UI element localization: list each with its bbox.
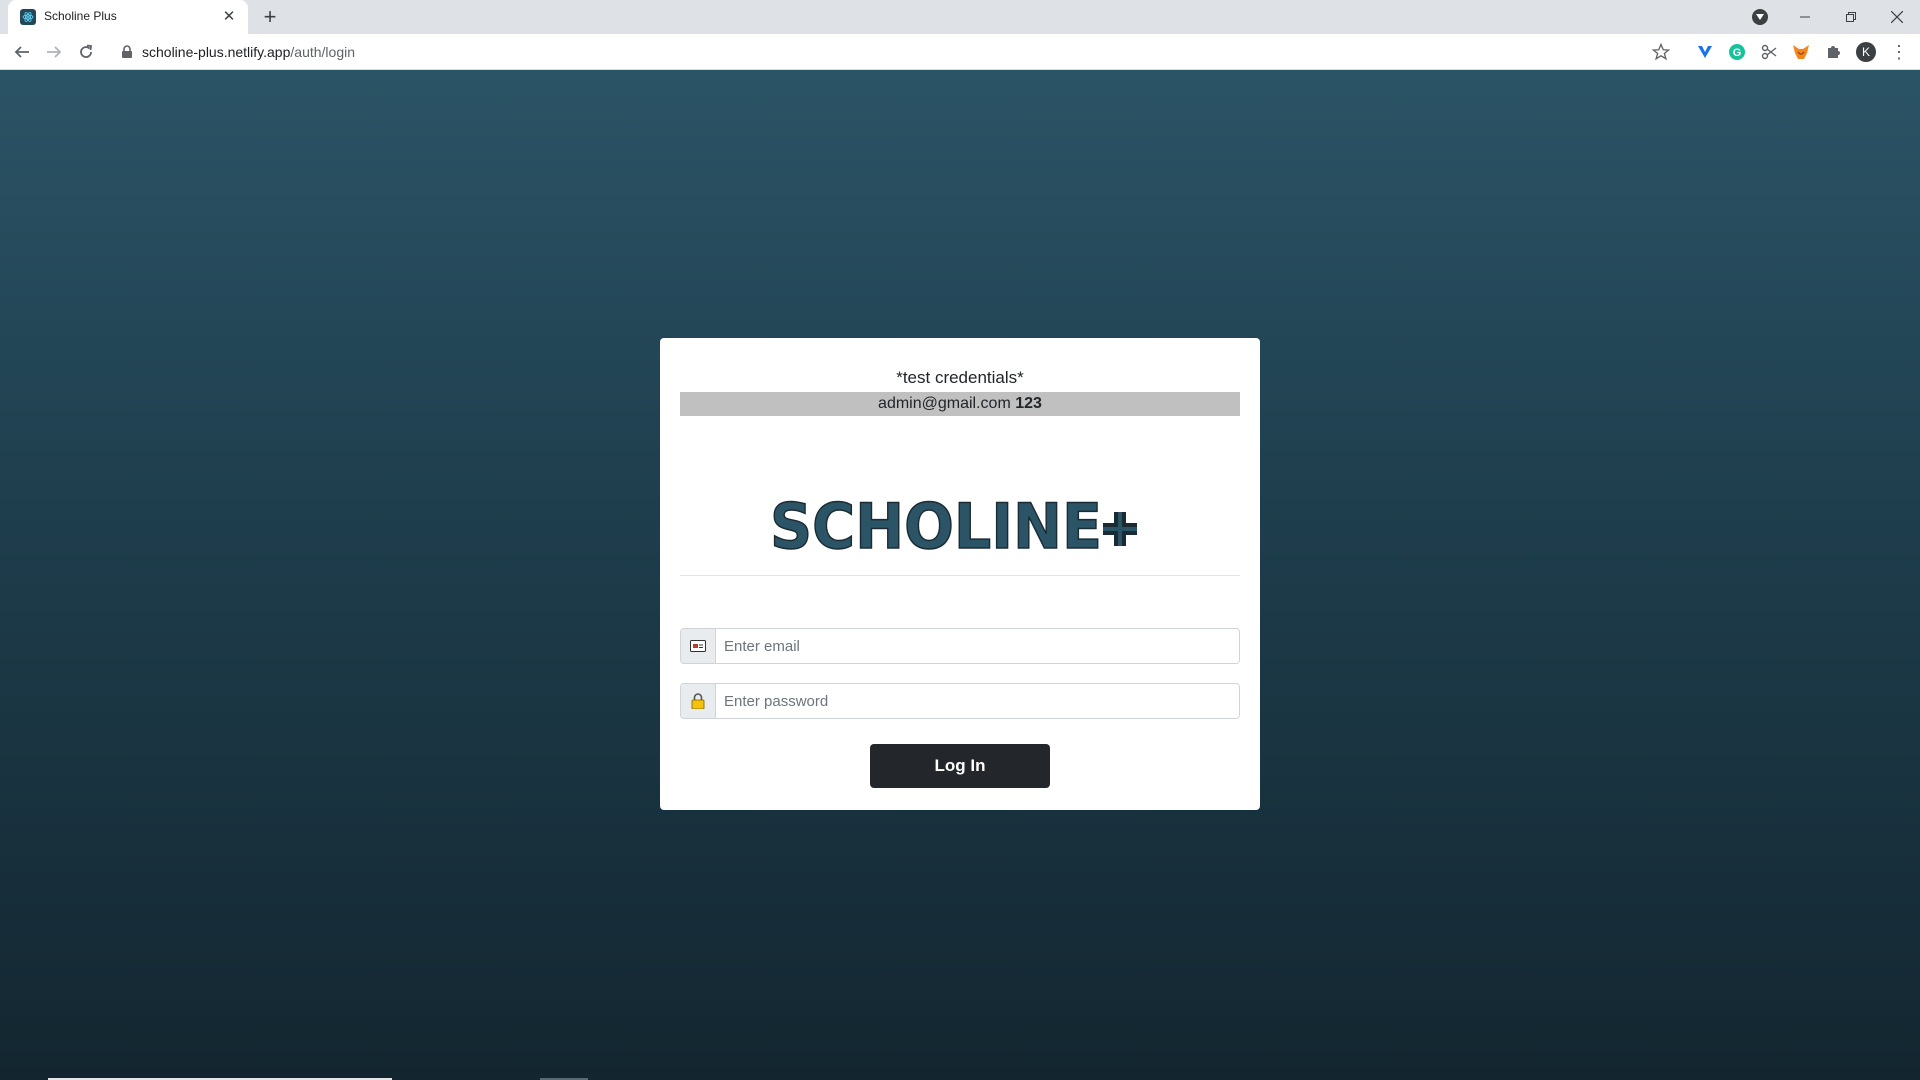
padlock-icon: [681, 684, 716, 718]
logo-wordmark: SCHOLINE: [770, 490, 1102, 558]
test-email: admin@gmail.com: [878, 395, 1011, 412]
tab-search-icon[interactable]: [1752, 9, 1768, 25]
browser-tab-strip: Scholine Plus ✕ +: [0, 0, 1920, 34]
browser-toolbar: scholine-plus.netlify.app/auth/login G K…: [0, 34, 1920, 70]
scissors-icon[interactable]: [1760, 43, 1778, 61]
test-password: 123: [1015, 395, 1042, 412]
logo-plus-mark: [1103, 512, 1137, 546]
back-icon[interactable]: [10, 40, 34, 64]
login-card: *test credentials* admin@gmail.com 123 S…: [660, 338, 1260, 810]
extensions-puzzle-icon[interactable]: [1824, 43, 1842, 61]
password-input[interactable]: [716, 684, 1239, 718]
address-bar[interactable]: scholine-plus.netlify.app/auth/login: [110, 38, 1680, 66]
test-credentials-title: *test credentials*: [896, 368, 1024, 387]
browser-tab[interactable]: Scholine Plus ✕: [8, 0, 248, 34]
react-favicon-icon: [20, 9, 36, 25]
password-field: [680, 683, 1240, 719]
restore-icon[interactable]: [1828, 0, 1874, 34]
svg-text:G: G: [1733, 47, 1742, 59]
browser-menu-icon[interactable]: ⋮: [1890, 42, 1908, 62]
url-text: scholine-plus.netlify.app/auth/login: [142, 44, 355, 60]
forward-icon[interactable]: [42, 40, 66, 64]
scholine-logo: SCHOLINE: [769, 488, 1150, 564]
lock-icon: [120, 45, 134, 59]
email-field: [680, 628, 1240, 664]
url-path: /auth/login: [290, 44, 355, 60]
new-tab-button[interactable]: +: [256, 6, 284, 28]
email-input[interactable]: [716, 629, 1239, 663]
reload-icon[interactable]: [74, 40, 98, 64]
test-credentials-bar: admin@gmail.com 123: [680, 392, 1240, 416]
tab-title: Scholine Plus: [44, 9, 117, 23]
email-card-icon: [681, 629, 716, 663]
login-button[interactable]: Log In: [870, 744, 1050, 788]
minimize-icon[interactable]: [1782, 0, 1828, 34]
window-controls: [1782, 0, 1920, 34]
bookmark-star-icon[interactable]: [1651, 42, 1671, 61]
extension-v-icon[interactable]: [1696, 43, 1714, 61]
page-background: *test credentials* admin@gmail.com 123 S…: [0, 70, 1920, 1080]
grammarly-icon[interactable]: G: [1728, 43, 1746, 61]
close-window-icon[interactable]: [1874, 0, 1920, 34]
card-divider: [680, 575, 1240, 576]
tab-close-icon[interactable]: ✕: [220, 8, 238, 26]
profile-avatar[interactable]: K: [1856, 42, 1876, 62]
url-host: scholine-plus.netlify.app: [142, 44, 291, 60]
metamask-fox-icon[interactable]: [1792, 43, 1810, 61]
